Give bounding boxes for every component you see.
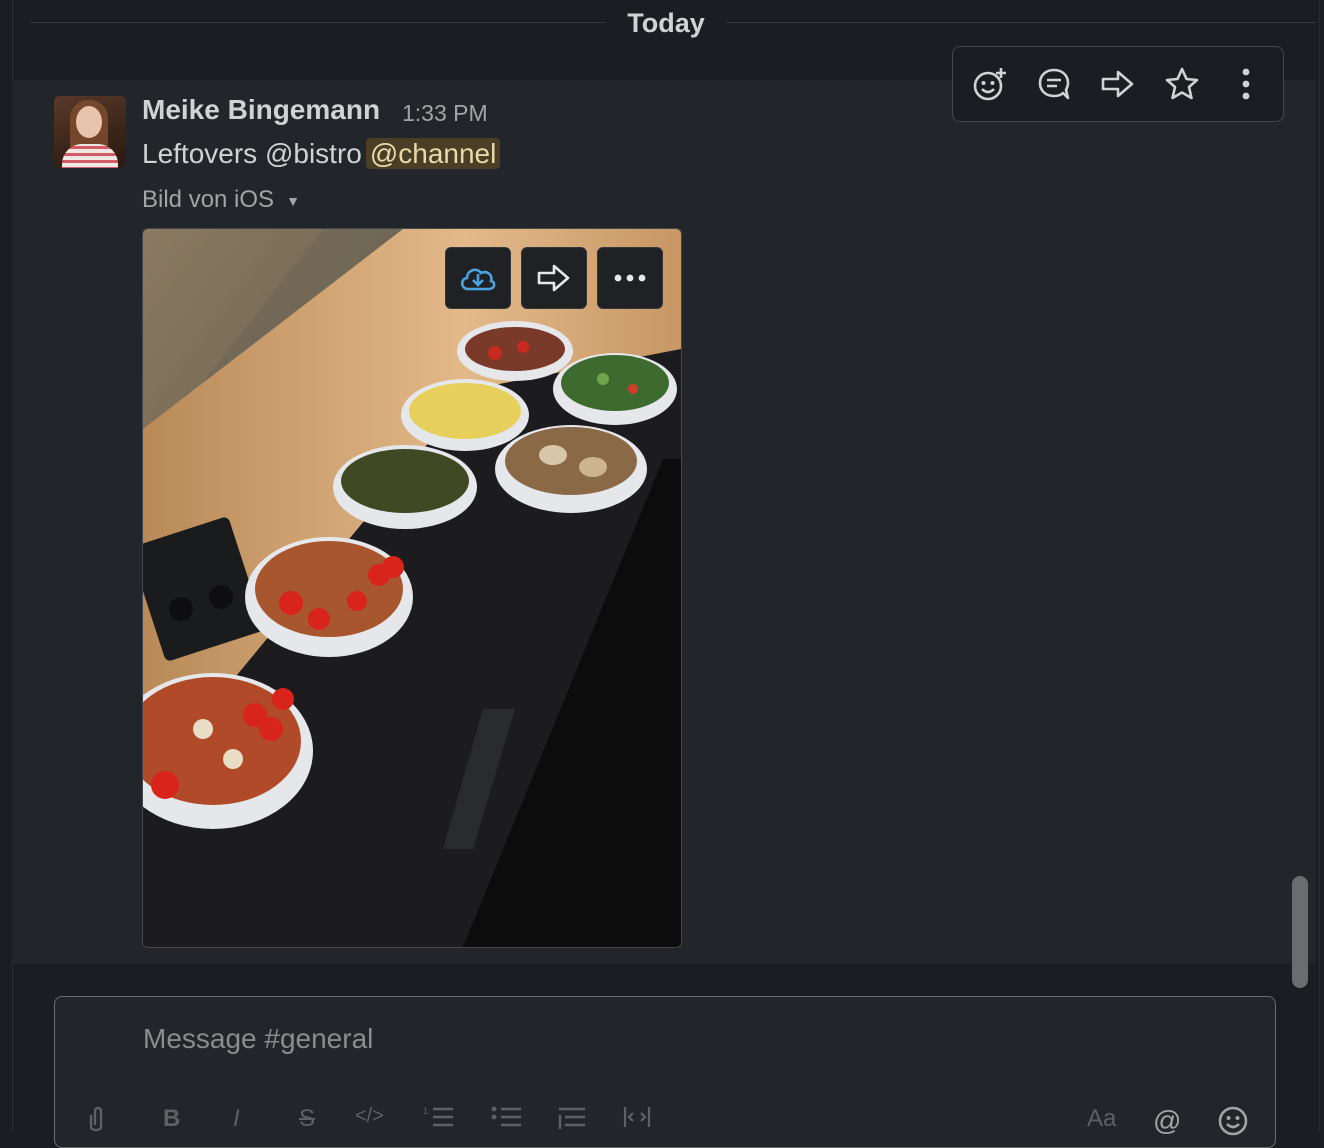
emoji-icon[interactable] xyxy=(1217,1105,1249,1144)
add-reaction-icon xyxy=(973,68,1006,101)
avatar[interactable] xyxy=(54,96,126,168)
divider-line-left xyxy=(30,22,606,23)
message-input[interactable]: Message #general xyxy=(143,1023,373,1055)
message-composer[interactable]: Message #general B I S </> 1 Aa @ xyxy=(54,996,1276,1148)
message-body: Leftovers @bistro xyxy=(142,138,362,169)
channel-mention[interactable]: @channel xyxy=(365,138,501,169)
save-star-icon xyxy=(1165,67,1199,100)
mention-icon[interactable]: @ xyxy=(1153,1105,1181,1137)
message-actions-toolbar xyxy=(952,46,1284,122)
strikethrough-icon[interactable]: S xyxy=(299,1105,315,1133)
reply-thread-button[interactable] xyxy=(1033,63,1075,105)
share-message-icon xyxy=(1101,70,1134,98)
day-divider-label[interactable]: Today xyxy=(614,8,718,39)
bullet-list-icon[interactable] xyxy=(491,1105,523,1136)
reply-thread-icon xyxy=(1038,68,1070,100)
image-more-button[interactable] xyxy=(597,247,663,309)
scrollbar-thumb[interactable] xyxy=(1292,876,1308,988)
svg-text:1: 1 xyxy=(423,1106,428,1116)
chevron-down-icon[interactable]: ▼ xyxy=(286,193,300,209)
share-message-button[interactable] xyxy=(1097,63,1139,105)
blockquote-icon[interactable] xyxy=(557,1105,587,1136)
message-text: Leftovers @bistro @channel xyxy=(142,138,501,170)
message-author[interactable]: Meike Bingemann xyxy=(142,94,380,126)
message[interactable]: Meike Bingemann 1:33 PM Leftovers @bistr… xyxy=(14,80,1316,964)
file-title[interactable]: Bild von iOS ▼ xyxy=(142,186,300,214)
day-divider: Today xyxy=(14,0,1316,46)
text-format-icon[interactable]: Aa xyxy=(1087,1105,1116,1133)
add-reaction-button[interactable] xyxy=(969,63,1011,105)
bold-icon[interactable]: B xyxy=(163,1105,180,1133)
file-title-text: Bild von iOS xyxy=(142,186,275,213)
more-vertical-icon xyxy=(1242,68,1250,100)
more-horizontal-icon xyxy=(614,274,646,282)
image-attachment[interactable] xyxy=(142,228,682,948)
code-icon[interactable]: </> xyxy=(355,1105,384,1128)
ordered-list-icon[interactable]: 1 xyxy=(423,1105,455,1136)
cloud-download-icon xyxy=(460,268,496,291)
code-block-icon[interactable] xyxy=(621,1105,653,1136)
more-actions-button[interactable] xyxy=(1225,63,1267,105)
food-photo xyxy=(143,229,681,947)
share-arrow-icon xyxy=(537,264,570,292)
download-button[interactable] xyxy=(445,247,511,309)
message-timestamp[interactable]: 1:33 PM xyxy=(402,100,488,127)
save-message-button[interactable] xyxy=(1161,63,1203,105)
attach-icon[interactable] xyxy=(85,1105,107,1142)
italic-icon[interactable]: I xyxy=(233,1105,240,1133)
divider-line-right xyxy=(726,22,1316,23)
share-image-button[interactable] xyxy=(521,247,587,309)
